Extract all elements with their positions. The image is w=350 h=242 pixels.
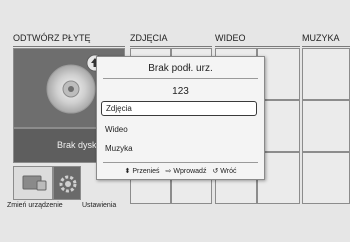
dialog-title: Brak podł. urz. bbox=[148, 63, 213, 74]
tab-videos[interactable]: WIDEO bbox=[215, 33, 246, 43]
menu-item-photos[interactable]: Zdjęcia bbox=[101, 101, 257, 116]
tab-music[interactable]: MUZYKA bbox=[302, 33, 340, 43]
change-device-label: Zmień urządzenie bbox=[7, 202, 63, 209]
dialog-divider bbox=[103, 162, 258, 163]
music-tile[interactable] bbox=[302, 152, 350, 204]
tab-underline bbox=[302, 46, 350, 47]
up-down-arrows-icon: ⬍ bbox=[124, 168, 131, 175]
music-tile[interactable] bbox=[302, 48, 350, 100]
tab-photos[interactable]: ZDJĘCIA bbox=[130, 33, 168, 43]
dialog-divider bbox=[103, 78, 258, 79]
enter-hint: ⇨ Wprowadź bbox=[165, 168, 207, 175]
enter-icon: ⇨ bbox=[165, 168, 172, 175]
tab-play-disc[interactable]: ODTWÓRZ PŁYTĘ bbox=[13, 33, 91, 43]
tab-underline bbox=[130, 46, 212, 47]
back-arrow-icon: ↺ bbox=[212, 168, 219, 175]
change-device-tile[interactable] bbox=[13, 166, 53, 200]
settings-label: Ustawienia bbox=[82, 202, 117, 209]
device-icon bbox=[22, 175, 47, 191]
music-tile[interactable] bbox=[302, 100, 350, 152]
device-name: 123 bbox=[172, 86, 189, 97]
menu-item-music[interactable]: Muzyka bbox=[101, 141, 257, 156]
move-hint: ⬍ Przenieś bbox=[124, 168, 160, 175]
tab-underline bbox=[215, 46, 300, 47]
home-screen: ODTWÓRZ PŁYTĘ ZDJĘCIA WIDEO MUZYKA Brak … bbox=[0, 0, 350, 242]
device-dialog: Brak podł. urz. 123 Zdjęcia Wideo Muzyka… bbox=[96, 56, 265, 180]
gear-icon bbox=[59, 175, 77, 193]
back-hint: ↺ Wróć bbox=[212, 168, 237, 175]
dialog-footer: ⬍ Przenieś ⇨ Wprowadź ↺ Wróć bbox=[97, 167, 264, 175]
tab-underline bbox=[13, 46, 125, 47]
menu-item-videos[interactable]: Wideo bbox=[101, 122, 257, 137]
settings-tile[interactable] bbox=[53, 166, 81, 200]
